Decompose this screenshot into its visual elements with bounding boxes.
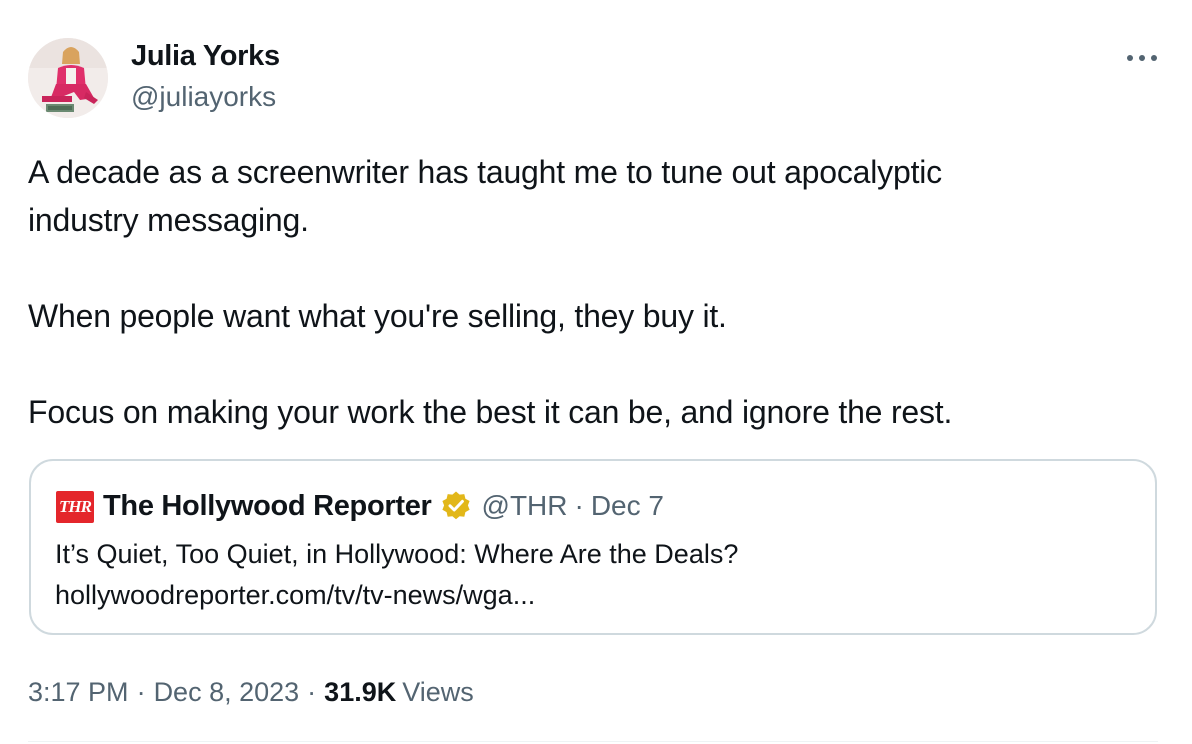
views-count[interactable]: 31.9K: [324, 677, 396, 708]
separator-dot: ·: [307, 676, 317, 707]
tweet-text-line: Focus on making your work the best it ca…: [28, 394, 953, 430]
quoted-tweet-card[interactable]: THR The Hollywood Reporter @THR · Dec 7 …: [29, 459, 1157, 635]
more-horizontal-icon: [1127, 55, 1157, 61]
quoted-author-name[interactable]: The Hollywood Reporter: [103, 490, 432, 523]
tweet-time[interactable]: 3:17 PM: [28, 677, 129, 708]
views-label: Views: [402, 676, 474, 707]
tweet-text: A decade as a screenwriter has taught me…: [28, 148, 1158, 436]
tweet-text-line: A decade as a screenwriter has taught me…: [28, 154, 942, 190]
quoted-tweet-date[interactable]: Dec 7: [591, 490, 664, 522]
separator-dot: ·: [136, 676, 146, 707]
separator-dot: ·: [574, 490, 584, 521]
more-options-button[interactable]: [1120, 40, 1164, 76]
tweet-text-line: When people want what you're selling, th…: [28, 298, 727, 334]
quoted-tweet-text: It’s Quiet, Too Quiet, in Hollywood: Whe…: [55, 539, 739, 569]
quoted-tweet-header: The Hollywood Reporter @THR · Dec 7: [103, 487, 664, 525]
tweet-date[interactable]: Dec 8, 2023: [154, 677, 300, 708]
tweet-text-line: industry messaging.: [28, 202, 309, 238]
tweet-meta: 3:17 PM · Dec 8, 2023 · 31.9K Views: [28, 672, 474, 712]
thr-logo-icon: THR: [56, 491, 94, 523]
divider: [28, 741, 1158, 742]
quoted-author-handle[interactable]: @THR: [482, 490, 568, 522]
verified-badge-icon: [440, 490, 472, 522]
author-handle[interactable]: @juliayorks: [131, 81, 276, 113]
person-avatar-icon: [28, 38, 108, 118]
author-avatar[interactable]: [28, 38, 108, 118]
quoted-tweet-link[interactable]: hollywoodreporter.com/tv/tv-news/wga...: [55, 580, 535, 611]
tweet-card: Julia Yorks @juliayorks A decade as a sc…: [0, 0, 1192, 744]
author-name[interactable]: Julia Yorks: [131, 40, 280, 73]
